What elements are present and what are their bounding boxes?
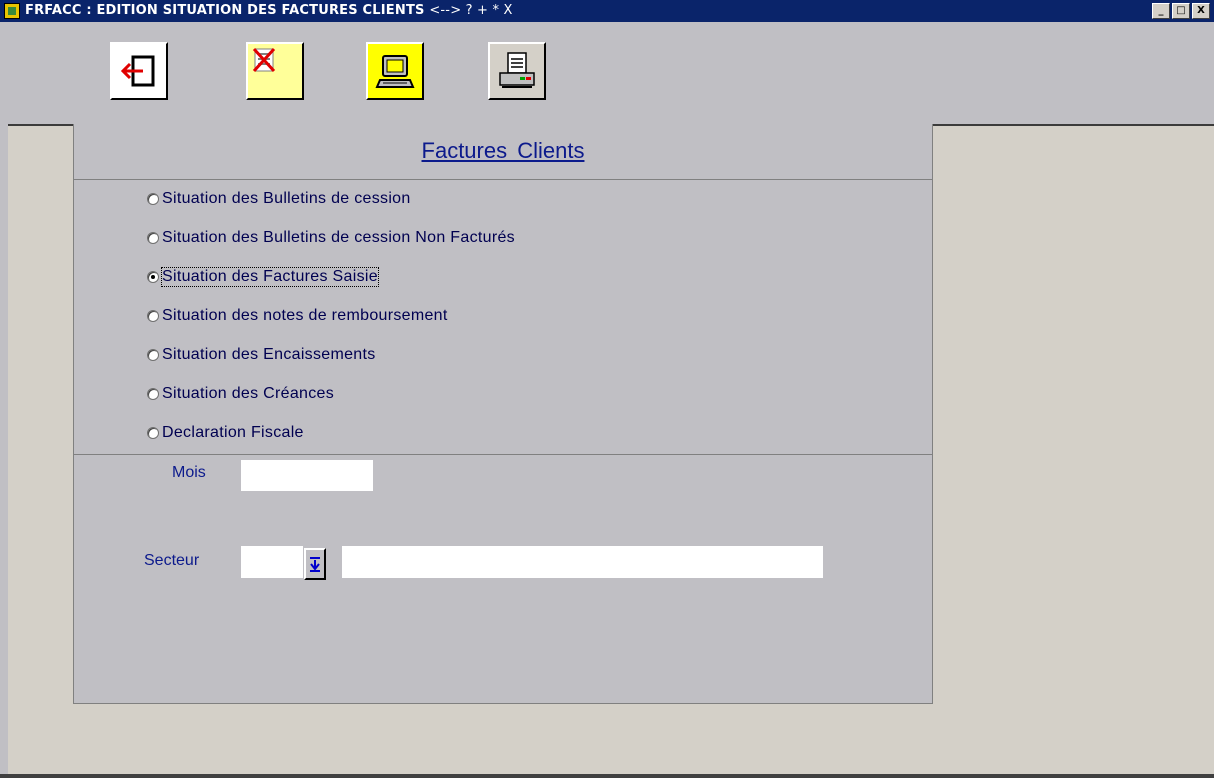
radio-option-factures-saisie[interactable]: Situation des Factures Saisie [147,265,379,289]
radio-label: Declaration Fiscale [162,424,304,441]
title-bar[interactable]: FRFACC : EDITION SITUATION DES FACTURES … [0,0,1214,22]
radio-option-notes-remboursement[interactable]: Situation des notes de remboursement [147,304,448,328]
window-controls: _ □ X [1150,3,1210,19]
radio-label: Situation des Créances [162,385,335,402]
radio-option-creances[interactable]: Situation des Créances [147,382,334,406]
bottom-border [0,774,1214,778]
radio-button[interactable] [147,232,159,244]
window-title-text: FRFACC : EDITION SITUATION DES FACTURES … [25,3,425,18]
secteur-code-input[interactable] [241,546,303,578]
maximize-button[interactable]: □ [1172,3,1190,19]
radio-button[interactable] [147,388,159,400]
close-button[interactable]: X [1192,3,1210,19]
crossed-document-icon [252,47,276,73]
secteur-dropdown-button[interactable] [304,548,326,580]
left-margin [0,124,8,774]
mois-input[interactable] [241,460,373,491]
radio-button[interactable] [147,193,159,205]
radio-label: Situation des notes de remboursement [162,307,448,324]
window-title: FRFACC : EDITION SITUATION DES FACTURES … [25,3,513,18]
radio-button-checked[interactable] [147,271,159,283]
radio-label: Situation des Bulletins de cession Non F… [162,229,515,246]
computer-monitor-icon [375,55,415,88]
minimize-button[interactable]: _ [1152,3,1170,19]
report-panel: Factures Clients Situation des Bulletins… [73,124,933,704]
radio-button[interactable] [147,349,159,361]
radio-button[interactable] [147,427,159,439]
exit-door-icon [120,55,155,87]
screen-preview-button[interactable] [366,42,424,100]
radio-label: Situation des Factures Saisie [161,267,379,287]
radio-option-bulletins-cession[interactable]: Situation des Bulletins de cession [147,187,411,211]
radio-option-declaration-fiscale[interactable]: Declaration Fiscale [147,421,304,445]
secteur-label: Secteur [144,552,200,569]
window-title-suffix: <--> ? + * X [429,3,513,18]
radio-option-bulletins-non-factures[interactable]: Situation des Bulletins de cession Non F… [147,226,515,250]
page-title: Factures Clients [421,138,585,163]
radio-option-encaissements[interactable]: Situation des Encaissements [147,343,376,367]
printer-icon [499,52,535,88]
exit-button[interactable] [110,42,168,100]
app-icon [4,3,20,19]
print-button[interactable] [488,42,546,100]
radio-label: Situation des Encaissements [162,346,376,363]
panel-header: Factures Clients [74,124,932,180]
cancel-button[interactable] [246,42,304,100]
secteur-name-input[interactable] [342,546,823,578]
toolbar [0,22,1214,126]
arrow-down-icon [310,557,320,572]
radio-button[interactable] [147,310,159,322]
mois-label: Mois [172,464,206,481]
radio-label: Situation des Bulletins de cession [162,190,411,207]
report-type-radio-group: Situation des Bulletins de cession Situa… [74,179,932,455]
